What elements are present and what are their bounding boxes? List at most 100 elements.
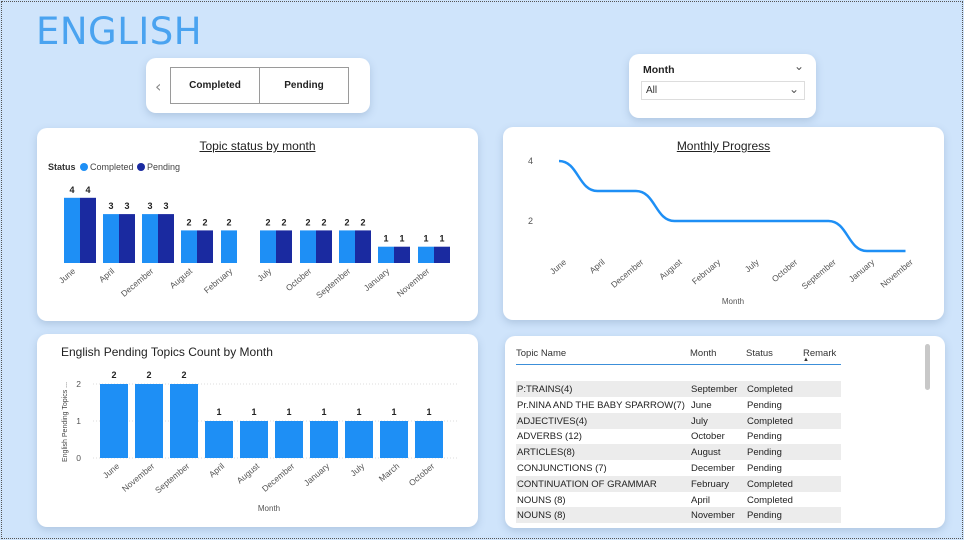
bar-completed-june	[64, 197, 80, 263]
x-tick-label: December	[609, 257, 646, 290]
tile-pending[interactable]: Pending	[259, 67, 349, 104]
data-label: 1	[423, 234, 428, 244]
month-dropdown-value: All	[646, 85, 658, 96]
data-label: 2	[146, 370, 151, 380]
table-row[interactable]: CONTINUATION OF GRAMMAR February Completed	[516, 475, 841, 492]
data-label: 2	[202, 217, 207, 227]
table-row[interactable]: P:TRAINS(4) September Completed	[516, 381, 841, 397]
x-tick-label: April	[587, 257, 607, 276]
bar-completed-october	[300, 230, 316, 263]
cell-month: December	[691, 463, 735, 474]
bar-june	[100, 384, 128, 458]
data-label: 1	[391, 407, 396, 417]
cell-month: April	[691, 494, 711, 506]
bar-april	[205, 421, 233, 458]
x-tick-label: September	[153, 461, 191, 495]
bar-pending-january	[394, 246, 410, 263]
chevron-down-icon[interactable]: ⌄	[794, 59, 804, 73]
data-label: 1	[383, 234, 388, 244]
cell-month: February	[691, 478, 730, 490]
cell-topic: ADVERBS (12)	[517, 431, 582, 443]
cell-topic: CONTINUATION OF GRAMMAR	[517, 478, 657, 490]
cell-topic: Pr.NINA AND THE BABY SPARROW(7)	[517, 399, 685, 411]
data-label: 2	[111, 370, 116, 380]
data-label: 2	[265, 217, 270, 227]
col-header-topic[interactable]: Topic Name	[516, 348, 566, 359]
data-label: 1	[399, 234, 404, 244]
x-tick-label: April	[97, 266, 117, 285]
x-tick-label: September	[314, 266, 352, 300]
y-tick-label: 2	[528, 216, 533, 226]
data-label: 2	[226, 217, 231, 227]
data-label: 1	[286, 407, 291, 417]
y-tick-label: 1	[76, 416, 81, 426]
legend-pending-swatch	[137, 163, 145, 171]
cell-status: Completed	[747, 415, 793, 427]
bar-completed-february	[221, 230, 237, 263]
dropdown-arrow-icon[interactable]: ⌄	[789, 82, 799, 96]
col-header-status[interactable]: Status	[746, 348, 773, 359]
cell-status: Completed	[747, 478, 793, 490]
cell-status: Pending	[747, 399, 782, 411]
x-tick-label: October	[770, 257, 800, 284]
data-label: 1	[321, 407, 326, 417]
table-row[interactable]: ADVERBS (12) October Pending	[516, 428, 841, 444]
x-tick-label: April	[207, 461, 227, 480]
month-slicer-label: Month	[643, 64, 675, 76]
data-label: 1	[216, 407, 221, 417]
bar-pending-december	[158, 214, 174, 263]
monthly-progress-xlabel: Month	[722, 297, 744, 306]
table-row[interactable]: Pr.NINA AND THE BABY SPARROW(7) June Pendi…	[516, 397, 841, 413]
data-label: 4	[69, 185, 74, 195]
data-label: 2	[321, 217, 326, 227]
bar-september	[170, 384, 198, 458]
table-row[interactable]: NOUNS (8) April Completed	[516, 492, 841, 508]
topic-status-card: Topic status by month Status Completed P…	[37, 128, 478, 321]
legend-pending-label: Pending	[147, 162, 180, 172]
bar-march	[380, 421, 408, 458]
pending-count-chart: English Pending Topics ... Month 0 1 2 2 Jun…	[62, 370, 457, 513]
data-label: 2	[186, 217, 191, 227]
bar-completed-july	[260, 230, 276, 263]
cell-status: Completed	[747, 494, 793, 506]
bar-pending-april	[119, 214, 135, 263]
x-tick-label: August	[235, 460, 262, 485]
monthly-progress-chart: 4 2 June April December August February July Oct…	[528, 156, 915, 306]
data-label: 2	[181, 370, 186, 380]
x-tick-label: January	[847, 256, 877, 284]
x-tick-label: June	[548, 257, 569, 277]
x-tick-label: November	[120, 461, 157, 494]
bar-completed-august	[181, 230, 197, 263]
x-tick-label: January	[302, 460, 332, 488]
legend-title: Status	[48, 162, 76, 172]
table-row[interactable]: ARTICLES(8) August Pending	[516, 444, 841, 461]
table-row[interactable]: ADJECTIVES(4) July Completed	[516, 412, 841, 429]
chevron-left-icon[interactable]: ‹	[155, 77, 161, 96]
bar-pending-june	[80, 197, 96, 263]
month-slicer: Month ⌄ All ⌄	[629, 54, 816, 118]
bar-pending-july	[276, 230, 292, 263]
legend-completed-swatch	[80, 163, 88, 171]
bar-october	[415, 421, 443, 458]
pending-count-card: English Pending Topics Count by Month En…	[37, 334, 478, 527]
table-row[interactable]: NOUNS (8) November Pending	[516, 507, 841, 524]
cell-month: October	[691, 431, 725, 443]
sort-desc-icon: ▲	[803, 357, 809, 363]
x-tick-label: August	[168, 265, 195, 290]
x-tick-label: July	[348, 460, 367, 478]
cell-status: Pending	[747, 463, 782, 474]
cell-status: Pending	[747, 431, 782, 443]
bar-january	[310, 421, 338, 458]
bar-pending-october	[316, 230, 332, 263]
bar-completed-september	[339, 230, 355, 263]
x-tick-label: November	[878, 257, 915, 290]
cell-month: September	[691, 384, 738, 395]
cell-topic: ARTICLES(8)	[517, 447, 575, 459]
col-header-month[interactable]: Month	[690, 348, 716, 359]
table-scrollbar[interactable]	[925, 344, 930, 390]
tile-completed[interactable]: Completed	[170, 67, 260, 104]
bar-november	[135, 384, 163, 458]
table-row[interactable]: CONJUNCTIONS (7) December Pending	[516, 460, 841, 476]
month-dropdown[interactable]: All ⌄	[641, 81, 805, 100]
progress-line	[558, 159, 906, 253]
